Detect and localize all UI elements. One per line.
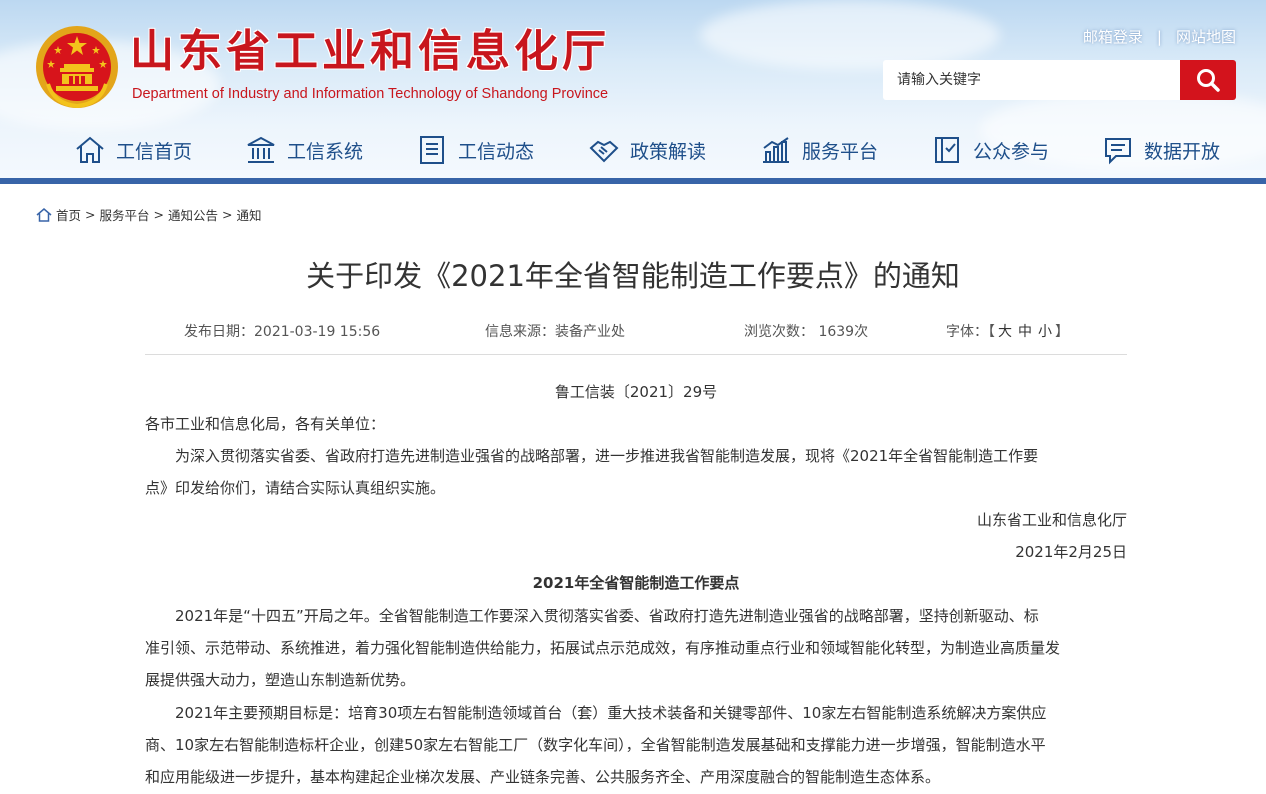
chart-icon xyxy=(763,137,789,163)
breadcrumb-current[interactable]: 通知 xyxy=(237,205,262,224)
breadcrumb-notice[interactable]: 通知公告 xyxy=(168,205,218,224)
doc-number: 鲁工信装〔2021〕29号 xyxy=(554,383,718,401)
paragraph-line: 展提供强大动力，塑造山东制造新优势。 xyxy=(145,671,416,689)
nav-item-news[interactable]: 工信动态 xyxy=(416,134,534,166)
nav-label: 工信系统 xyxy=(287,140,364,163)
nav-item-home[interactable]: 工信首页 xyxy=(74,134,192,166)
search-box xyxy=(883,60,1236,100)
top-links: 邮箱登录 | 网站地图 xyxy=(1083,26,1236,47)
paragraph-line: 点》印发给你们，请结合实际认真组织实施。 xyxy=(145,479,446,497)
views-label: 浏览次数： xyxy=(744,324,814,340)
section-title: 2021年全省智能制造工作要点 xyxy=(532,574,740,592)
article-title: 关于印发《2021年全省智能制造工作要点》的通知 xyxy=(306,259,960,293)
site-subtitle: Department of Industry and Information T… xyxy=(132,86,609,102)
nav-item-data[interactable]: 数据开放 xyxy=(1102,134,1220,166)
document-icon xyxy=(420,136,444,164)
font-large-button[interactable]: 大 xyxy=(998,324,1012,340)
site-header: 山东省工业和信息化厅 Department of Industry and In… xyxy=(0,0,1266,180)
font-size-selector: 字体：【大中小】 xyxy=(946,324,1069,340)
breadcrumb: 首页 > 服务平台 > 通知公告 > 通知 xyxy=(36,205,262,224)
paragraph-line: 准引领、示范带动、系统推进，着力强化智能制造供给能力，拓展试点示范成效，有序推动… xyxy=(145,639,1061,657)
source-label: 信息来源： xyxy=(485,324,555,340)
search-input[interactable] xyxy=(883,60,1180,100)
nav-item-policy[interactable]: 政策解读 xyxy=(588,134,706,166)
nav-label: 工信动态 xyxy=(458,140,535,163)
nav-label: 工信首页 xyxy=(116,140,193,163)
breadcrumb-service[interactable]: 服务平台 xyxy=(100,205,150,224)
search-icon xyxy=(1197,69,1220,92)
book-icon xyxy=(935,137,959,163)
nav-label: 公众参与 xyxy=(973,140,1050,163)
breadcrumb-separator: > xyxy=(153,207,164,222)
salutation: 各市工业和信息化局，各有关单位： xyxy=(145,415,386,433)
paragraph-line: 商、10家左右智能制造标杆企业，创建50家左右智能工厂（数字化车间），全省智能制… xyxy=(145,736,1046,754)
paragraph-line: 2021年主要预期目标是：培育30项左右智能制造领域首台（套）重大技术装备和关键… xyxy=(175,704,1047,722)
national-emblem-icon xyxy=(36,26,118,109)
handshake-icon xyxy=(589,140,619,163)
mail-login-link[interactable]: 邮箱登录 xyxy=(1083,26,1143,47)
building-icon xyxy=(247,136,275,163)
breadcrumb-home[interactable]: 首页 xyxy=(56,205,81,224)
paragraph-line: 为深入贯彻落实省委、省政府打造先进制造业强省的战略部署，进一步推进我省智能制造发… xyxy=(175,447,1039,465)
breadcrumb-separator: > xyxy=(222,207,233,222)
nav-label: 服务平台 xyxy=(802,140,879,163)
nav-label: 政策解读 xyxy=(630,140,707,163)
sign-date: 2021年2月25日 xyxy=(1015,543,1127,561)
nav-item-public[interactable]: 公众参与 xyxy=(931,134,1049,166)
info-source: 信息来源：装备产业处 xyxy=(485,321,625,341)
site-title: 山东省工业和信息化厅 xyxy=(130,26,610,77)
nav-item-service[interactable]: 服务平台 xyxy=(760,134,878,166)
publish-label: 发布日期： xyxy=(184,324,254,340)
view-count: 浏览次数： 1639次 xyxy=(744,321,868,341)
paragraph-line: 2021年是“十四五”开局之年。全省智能制造工作要深入贯彻落实省委、省政府打造先… xyxy=(175,607,1039,625)
main-nav: 工信首页 工信系统 工信动态 政策解读 服务平台 公众参与 数据开放 xyxy=(0,128,1266,174)
signature: 山东省工业和信息化厅 xyxy=(976,511,1127,529)
home-icon xyxy=(36,207,52,222)
paragraph-line: 和应用能级进一步提升，基本构建起企业梯次发展、产业链条完善、公共服务齐全、产用深… xyxy=(145,768,941,786)
divider: | xyxy=(1156,27,1162,46)
breadcrumb-separator: > xyxy=(85,207,96,222)
chat-icon xyxy=(1105,138,1131,165)
publish-date: 发布日期：2021-03-19 15:56 xyxy=(184,321,380,341)
font-small-button[interactable]: 小 xyxy=(1038,324,1052,340)
nav-label: 数据开放 xyxy=(1144,140,1221,163)
home-icon xyxy=(76,136,104,163)
meta-divider xyxy=(145,354,1127,355)
sitemap-link[interactable]: 网站地图 xyxy=(1176,26,1236,47)
source-value: 装备产业处 xyxy=(555,324,625,340)
publish-value: 2021-03-19 15:56 xyxy=(254,324,381,340)
font-medium-button[interactable]: 中 xyxy=(1018,324,1032,340)
font-label: 字体： xyxy=(946,324,988,340)
search-button[interactable] xyxy=(1180,60,1236,100)
views-value: 1639次 xyxy=(818,324,869,340)
nav-item-system[interactable]: 工信系统 xyxy=(245,134,363,166)
header-divider-bar xyxy=(0,178,1266,184)
